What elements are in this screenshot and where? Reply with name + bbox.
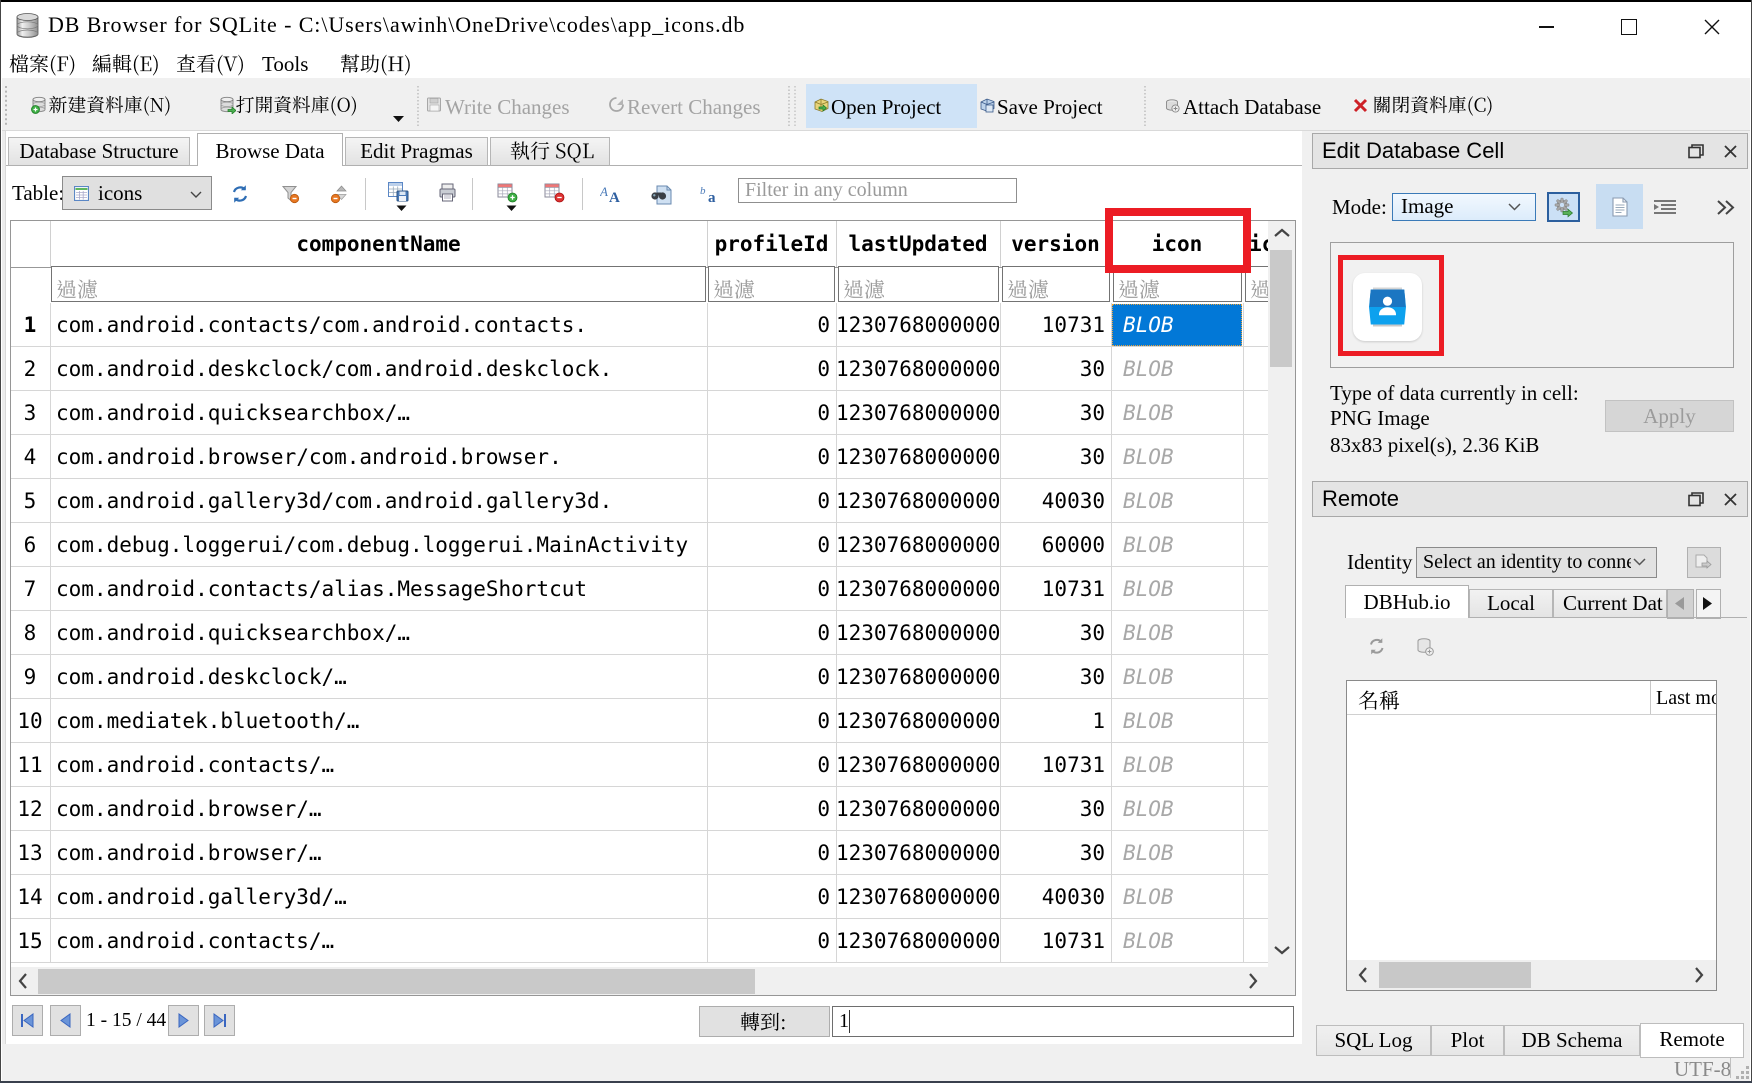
svg-text:A: A <box>600 184 608 199</box>
svg-text:A: A <box>609 190 620 204</box>
svg-text:a: a <box>708 190 716 204</box>
svg-text:b: b <box>700 185 706 197</box>
